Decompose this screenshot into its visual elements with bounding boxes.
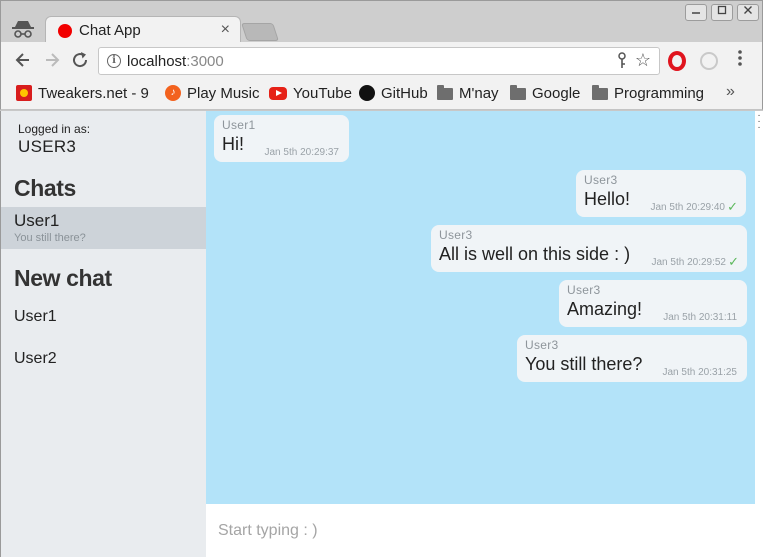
message-composer: [206, 504, 763, 557]
bookmark-tweakers[interactable]: Tweakers.net - 9: [16, 81, 152, 105]
message-bubble: User3 Amazing! Jan 5th 20:31:11: [559, 280, 747, 327]
message-text: You still there?: [525, 354, 643, 374]
bookmark-youtube[interactable]: YouTube: [269, 81, 352, 105]
bookmarks-bar: Tweakers.net - 9 ♪ Play Music YouTube Gi…: [0, 80, 763, 110]
bookmark-label: Tweakers.net - 9: [38, 84, 149, 102]
message-text: Hello!: [584, 189, 631, 209]
message-sender: User3: [525, 338, 559, 352]
browser-toolbar: i localhost:3000 ☆: [0, 42, 763, 80]
new-chat-heading: New chat: [14, 265, 112, 291]
bookmark-star-icon[interactable]: ☆: [635, 50, 651, 71]
reload-button[interactable]: [70, 50, 90, 70]
chat-name: User1: [14, 211, 60, 230]
bookmark-label: M'nay: [459, 84, 499, 102]
youtube-icon: [269, 86, 287, 100]
new-chat-user-user2[interactable]: User2: [14, 350, 57, 368]
chat-preview: You still there?: [14, 232, 86, 244]
extension-icon[interactable]: [700, 52, 718, 70]
chat-list-item-user1[interactable]: User1 You still there?: [1, 207, 206, 249]
bookmarks-overflow-chevron-icon[interactable]: »: [726, 83, 735, 101]
message-bubble: User3 All is well on this side : ) Jan 5…: [431, 225, 747, 272]
menu-icon[interactable]: [737, 49, 743, 67]
message-bubble: User1 Hi! Jan 5th 20:29:37: [214, 115, 349, 162]
info-icon[interactable]: i: [107, 54, 121, 68]
browser-tab-chat-app[interactable]: Chat App ×: [45, 16, 241, 44]
minimize-icon: [692, 12, 700, 14]
message-text: Hi!: [222, 134, 244, 154]
new-tab-button[interactable]: [241, 23, 279, 41]
folder-icon: [510, 85, 526, 100]
tweakers-icon: [16, 85, 32, 101]
bookmark-folder-programming[interactable]: Programming: [592, 81, 704, 105]
message-input[interactable]: [206, 504, 763, 557]
github-icon: [359, 85, 375, 101]
bookmark-label: Programming: [614, 84, 705, 102]
message-sender: User1: [222, 118, 256, 132]
bookmark-play-music[interactable]: ♪ Play Music: [165, 81, 260, 105]
minimize-button[interactable]: [685, 4, 707, 21]
message-sender: User3: [439, 228, 473, 242]
incognito-icon: [12, 21, 34, 38]
browser-titlebar: Chat App ×: [0, 0, 763, 44]
bookmark-label: Play Music: [187, 84, 260, 102]
read-check-icon: ✓: [728, 254, 739, 269]
message-bubble: User3 Hello! Jan 5th 20:29:40 ✓: [576, 170, 746, 217]
message-sender: User3: [567, 283, 601, 297]
bookmark-label: YouTube: [293, 84, 352, 102]
message-timestamp: Jan 5th 20:29:37: [264, 147, 339, 158]
tab-favicon-icon: [58, 24, 72, 38]
bookmark-folder-mnay[interactable]: M'nay: [437, 81, 499, 105]
bookmark-label: Google: [532, 84, 581, 102]
maximize-icon: [717, 5, 727, 15]
sidebar: Logged in as: USER3 Chats User1 You stil…: [1, 111, 206, 557]
forward-button[interactable]: [42, 50, 62, 70]
message-text: Amazing!: [567, 299, 643, 319]
bookmark-label: GitHub: [381, 84, 428, 102]
url-port: :3000: [186, 53, 224, 70]
bookmark-github[interactable]: GitHub: [359, 81, 428, 105]
current-user: USER3: [18, 137, 77, 156]
folder-icon: [437, 85, 453, 100]
opera-extension-icon[interactable]: [668, 51, 686, 71]
message-sender: User3: [584, 173, 618, 187]
login-label: Logged in as:: [18, 122, 91, 136]
bookmark-folder-google[interactable]: Google: [510, 81, 580, 105]
url-text[interactable]: localhost:3000: [127, 53, 224, 70]
tab-title: Chat App: [79, 22, 141, 39]
maximize-button[interactable]: [711, 4, 733, 21]
back-button[interactable]: [13, 50, 33, 70]
message-timestamp: Jan 5th 20:31:25: [662, 367, 737, 378]
scrollbar[interactable]: · · ·: [755, 111, 763, 504]
chat-app: Logged in as: USER3 Chats User1 You stil…: [0, 111, 763, 557]
new-chat-user-user1[interactable]: User1: [14, 308, 57, 326]
message-list: User1 Hi! Jan 5th 20:29:37 User3 Hello! …: [206, 111, 755, 504]
address-bar[interactable]: i localhost:3000 ☆: [98, 47, 660, 75]
tab-close-icon[interactable]: ×: [221, 21, 230, 39]
chats-heading: Chats: [14, 175, 76, 201]
message-timestamp: Jan 5th 20:29:52: [651, 257, 726, 268]
message-bubble: User3 You still there? Jan 5th 20:31:25: [517, 335, 747, 382]
play-music-icon: ♪: [165, 85, 181, 101]
url-host: localhost: [127, 53, 187, 70]
read-check-icon: ✓: [727, 199, 738, 214]
message-timestamp: Jan 5th 20:31:11: [663, 312, 737, 323]
message-timestamp: Jan 5th 20:29:40: [650, 202, 725, 213]
message-text: All is well on this side : ): [439, 244, 631, 264]
folder-icon: [592, 85, 608, 100]
key-icon[interactable]: [617, 52, 627, 70]
close-icon: [744, 6, 752, 14]
close-window-button[interactable]: [737, 4, 759, 21]
